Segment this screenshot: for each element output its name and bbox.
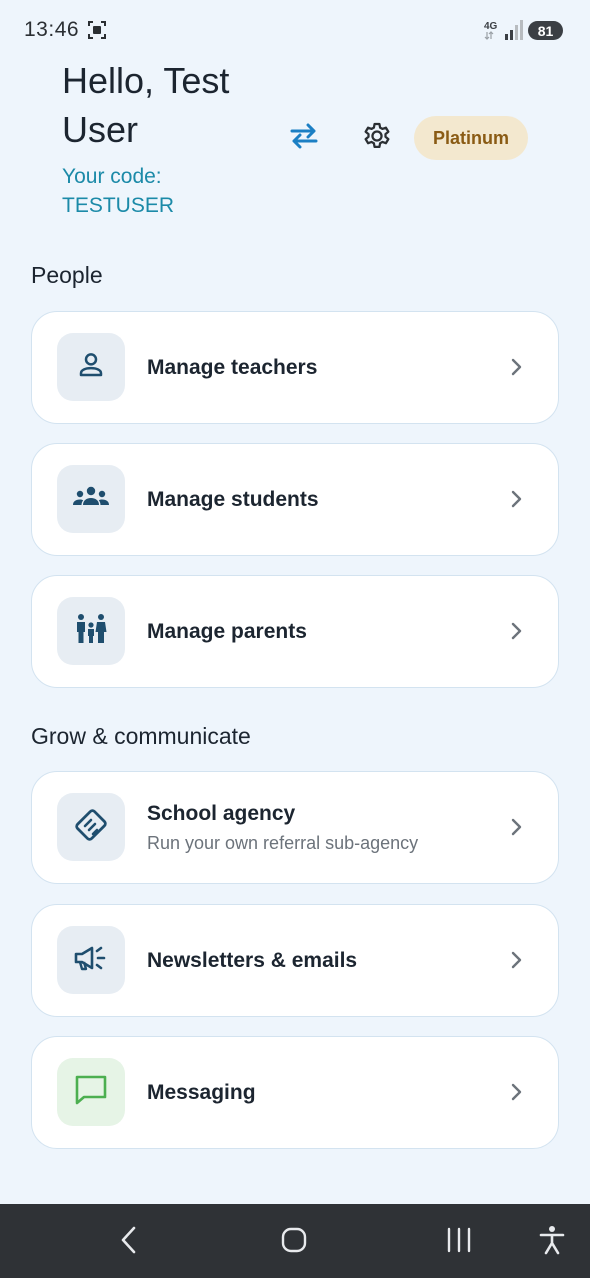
chevron-right-icon bbox=[506, 815, 526, 839]
manage-students-card[interactable]: Manage students bbox=[31, 443, 559, 556]
section-title-people: People bbox=[31, 262, 103, 288]
card-label: Manage parents bbox=[147, 620, 307, 643]
status-bar: 13:46 4G 81 bbox=[0, 0, 590, 60]
manage-parents-card[interactable]: Manage parents bbox=[31, 575, 559, 688]
chevron-right-icon bbox=[506, 619, 526, 643]
home-icon bbox=[280, 1226, 308, 1259]
icon-tile bbox=[57, 793, 125, 861]
system-nav-bar bbox=[0, 1204, 590, 1278]
icon-tile bbox=[57, 597, 125, 665]
card-label: Newsletters & emails bbox=[147, 949, 358, 972]
signal-icon: 4G bbox=[484, 19, 524, 41]
code-label: Your code: bbox=[62, 165, 162, 188]
messaging-card[interactable]: Messaging bbox=[31, 1036, 559, 1149]
card-label: Messaging bbox=[147, 1081, 256, 1104]
back-icon bbox=[119, 1225, 139, 1260]
home-button[interactable] bbox=[274, 1222, 314, 1262]
handshake-icon bbox=[73, 807, 109, 848]
card-label: Manage teachers bbox=[147, 356, 318, 379]
person-icon bbox=[76, 350, 106, 385]
card-label: School agency bbox=[147, 802, 296, 825]
recents-icon bbox=[445, 1227, 473, 1258]
status-time: 13:46 bbox=[24, 18, 80, 41]
back-button[interactable] bbox=[109, 1222, 149, 1262]
icon-tile bbox=[57, 465, 125, 533]
chat-icon bbox=[74, 1074, 108, 1111]
referral-code: Your code: TESTUSER bbox=[62, 162, 282, 220]
chevron-right-icon bbox=[506, 948, 526, 972]
screen-record-icon bbox=[87, 20, 107, 40]
plan-badge[interactable]: Platinum bbox=[414, 116, 528, 160]
school-agency-card[interactable]: School agency Run your own referral sub-… bbox=[31, 771, 559, 884]
switch-account-button[interactable] bbox=[282, 116, 326, 160]
icon-tile bbox=[57, 333, 125, 401]
chevron-right-icon bbox=[506, 355, 526, 379]
card-sublabel: Run your own referral sub-agency bbox=[147, 833, 419, 853]
manage-teachers-card[interactable]: Manage teachers bbox=[31, 311, 559, 424]
group-icon bbox=[72, 485, 110, 514]
swap-icon bbox=[288, 123, 320, 154]
family-icon bbox=[74, 612, 108, 651]
recents-button[interactable] bbox=[439, 1222, 479, 1262]
code-value[interactable]: TESTUSER bbox=[62, 191, 282, 220]
icon-tile bbox=[57, 1058, 125, 1126]
accessibility-button[interactable] bbox=[532, 1222, 572, 1262]
chevron-right-icon bbox=[506, 487, 526, 511]
greeting-title: Hello, Test User bbox=[62, 60, 230, 150]
battery-icon: 81 bbox=[528, 21, 563, 40]
settings-button[interactable] bbox=[355, 116, 399, 160]
newsletters-card[interactable]: Newsletters & emails bbox=[31, 904, 559, 1017]
gear-icon bbox=[360, 119, 394, 158]
card-label: Manage students bbox=[147, 488, 319, 511]
megaphone-icon bbox=[73, 943, 109, 978]
icon-tile bbox=[57, 926, 125, 994]
chevron-right-icon bbox=[506, 1080, 526, 1104]
network-type-label: 4G bbox=[484, 21, 498, 32]
section-title-grow: Grow & communicate bbox=[31, 723, 251, 749]
accessibility-icon bbox=[538, 1225, 566, 1260]
